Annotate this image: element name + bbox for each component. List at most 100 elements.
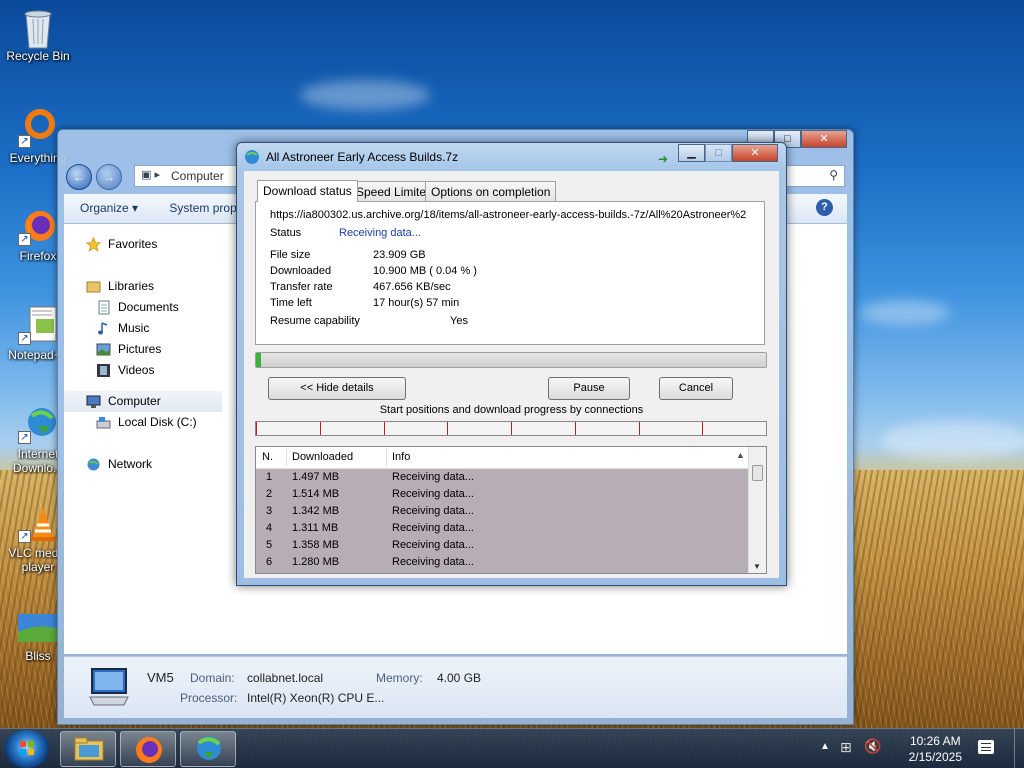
cell-downloaded: 1.280 MB: [292, 556, 340, 568]
connection-start-marker: [319, 422, 321, 435]
desktop-icon-recycle-bin[interactable]: Recycle Bin: [3, 6, 73, 63]
downloaded-label: Downloaded: [270, 265, 332, 277]
connections-list-body: 1 1.497 MB Receiving data... 2 1.514 MB Rece…: [256, 469, 748, 573]
cell-n: 4: [266, 522, 273, 534]
taskbar-firefox-button[interactable]: [120, 731, 176, 767]
pause-button[interactable]: Pause: [548, 377, 630, 400]
nav-label: Pictures: [118, 342, 162, 356]
videos-icon: [96, 363, 111, 378]
tab-speed-limiter[interactable]: Speed Limiter: [350, 181, 437, 201]
nav-item-videos[interactable]: Videos: [64, 360, 222, 381]
recycle-bin-icon: [18, 6, 58, 49]
memory-label: Memory:: [376, 671, 423, 685]
dialog-minimize-button[interactable]: ▁: [678, 144, 705, 162]
connections-list-header: N. Downloaded Info ▲: [256, 447, 748, 469]
cancel-button[interactable]: Cancel: [659, 377, 733, 400]
connection-start-marker: [256, 422, 257, 435]
connections-scrollbar[interactable]: ▼: [748, 447, 766, 573]
file-size-label: File size: [270, 249, 311, 261]
table-row[interactable]: 3 1.342 MB Receiving data...: [256, 503, 748, 520]
tab-options-on-completion[interactable]: Options on completion: [425, 181, 557, 201]
scrollbar-thumb[interactable]: [752, 465, 763, 481]
table-row[interactable]: 6 1.280 MB Receiving data...: [256, 554, 748, 571]
connection-start-marker: [702, 422, 704, 435]
hide-details-button[interactable]: << Hide details: [268, 377, 406, 400]
clock-time: 10:26 AM: [909, 734, 961, 748]
taskbar-explorer-button[interactable]: [60, 731, 116, 767]
forward-arrow-icon[interactable]: →: [96, 164, 122, 190]
connections-list[interactable]: N. Downloaded Info ▲ 1 1.497 MB Receiving …: [255, 446, 767, 574]
nav-item-libraries[interactable]: Libraries: [64, 276, 222, 297]
nav-label: Music: [118, 321, 150, 335]
nav-item-music[interactable]: Music: [64, 318, 222, 339]
cell-n: 1: [266, 471, 273, 483]
column-header-info[interactable]: Info: [392, 451, 410, 463]
downloaded-value: 10.900 MB ( 0.04 % ): [373, 265, 477, 277]
address-text: Computer: [171, 169, 224, 183]
nav-label: Network: [108, 457, 153, 471]
show-desktop-button[interactable]: [1014, 729, 1024, 768]
nav-item-network[interactable]: Network: [64, 454, 222, 475]
nav-item-favorites[interactable]: Favorites: [64, 234, 222, 255]
connection-start-marker: [511, 422, 512, 435]
show-hidden-icons-arrow[interactable]: ▲: [820, 741, 830, 752]
nav-label: Computer: [108, 394, 161, 408]
column-divider: [386, 449, 387, 466]
column-header-n[interactable]: N.: [262, 451, 273, 463]
nav-item-computer[interactable]: Computer: [64, 391, 222, 412]
transfer-rate-label: Transfer rate: [270, 281, 333, 293]
organize-button[interactable]: Organize ▾: [80, 201, 138, 215]
scroll-down-arrow-icon[interactable]: ▼: [753, 562, 761, 571]
cell-info: Receiving data...: [392, 556, 474, 568]
computer-icon: ▣ ▸: [141, 169, 160, 181]
cell-info: Receiving data...: [392, 522, 474, 534]
pictures-icon: [96, 342, 111, 357]
clock[interactable]: 10:26 AM 2/15/2025: [909, 733, 962, 765]
table-row[interactable]: 4 1.311 MB Receiving data...: [256, 520, 748, 537]
windows-logo-icon: [20, 741, 34, 755]
system-properties-button[interactable]: System prop: [169, 201, 236, 215]
taskbar-idm-button[interactable]: [180, 731, 236, 767]
cell-downloaded: 1.358 MB: [292, 539, 340, 551]
time-left-label: Time left: [270, 297, 312, 309]
time-left-value: 17 hour(s) 57 min: [373, 297, 460, 309]
cell-info: Receiving data...: [392, 505, 474, 517]
resume-capability-value: Yes: [450, 315, 468, 327]
dialog-titlebar[interactable]: All Astroneer Early Access Builds.7z ➜ ▁…: [237, 143, 786, 171]
firefox-icon: ↗: [18, 206, 58, 246]
nav-item-local-disk[interactable]: Local Disk (C:): [64, 412, 222, 433]
shortcut-arrow-icon: ↗: [18, 332, 31, 345]
back-arrow-icon[interactable]: ←: [66, 164, 92, 190]
system-tray: ▲ ⊞ 🔇 10:26 AM 2/15/2025: [814, 729, 1024, 768]
tab-download-status[interactable]: Download status: [257, 180, 358, 202]
close-button[interactable]: ✕: [801, 130, 847, 148]
download-status-panel: https://ia800302.us.archive.org/18/items…: [255, 201, 765, 345]
table-row[interactable]: 5 1.358 MB Receiving data...: [256, 537, 748, 554]
internet-download-manager-icon: [197, 736, 221, 760]
download-dialog[interactable]: All Astroneer Early Access Builds.7z ➜ ▁…: [236, 142, 787, 586]
music-note-icon: [96, 321, 111, 336]
volume-muted-icon[interactable]: 🔇: [864, 738, 881, 755]
cell-n: 3: [266, 505, 273, 517]
table-row[interactable]: 1 1.497 MB Receiving data...: [256, 469, 748, 486]
nav-item-documents[interactable]: Documents: [64, 297, 222, 318]
column-header-downloaded[interactable]: Downloaded: [292, 451, 353, 463]
connection-start-marker: [574, 422, 576, 435]
resume-capability-label: Resume capability: [270, 315, 360, 327]
start-button[interactable]: [4, 730, 50, 768]
shortcut-arrow-icon: ↗: [18, 135, 31, 148]
cell-info: Receiving data...: [392, 471, 474, 483]
internet-download-manager-icon: ↗: [18, 404, 58, 444]
cell-downloaded: 1.342 MB: [292, 505, 340, 517]
nav-label: Libraries: [108, 279, 155, 293]
nav-item-pictures[interactable]: Pictures: [64, 339, 222, 360]
nav-label: Local Disk (C:): [118, 415, 197, 429]
transfer-rate-value: 467.656 KB/sec: [373, 281, 451, 293]
help-icon[interactable]: ?: [816, 199, 833, 216]
network-status-icon[interactable]: ⊞: [840, 739, 852, 756]
table-row[interactable]: 2 1.514 MB Receiving data...: [256, 486, 748, 503]
dialog-close-button[interactable]: ✕: [732, 144, 778, 162]
computer-large-icon: [86, 667, 130, 707]
dialog-maximize-button[interactable]: □: [705, 144, 732, 162]
action-center-icon[interactable]: [978, 740, 994, 754]
